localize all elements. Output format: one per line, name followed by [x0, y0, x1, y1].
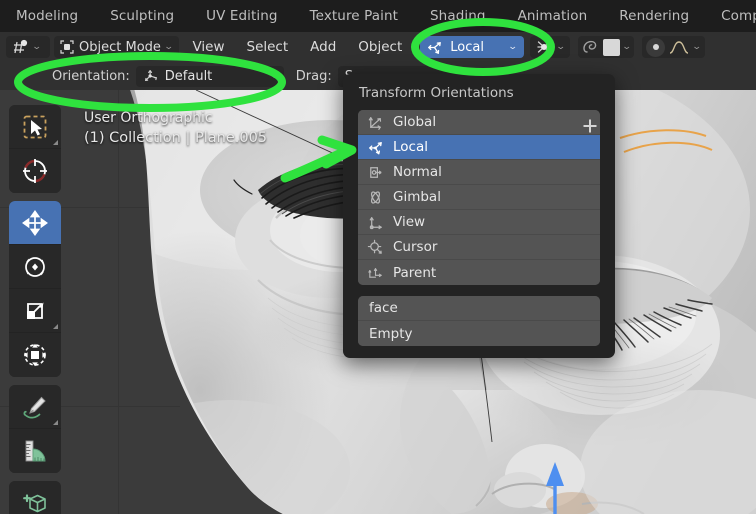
menu-view[interactable]: View	[183, 32, 233, 62]
proportional-editing-group: ⌄	[577, 36, 635, 58]
tab-rendering[interactable]: Rendering	[603, 0, 705, 32]
panel-title: Transform Orientations	[359, 85, 514, 101]
chevron-down-icon: ⌄	[507, 42, 518, 52]
object-mode-icon	[59, 39, 75, 55]
object-mode-selector[interactable]: Object Mode ⌄	[54, 36, 180, 58]
cursor-orientation-icon	[367, 239, 384, 256]
chevron-down-icon: ⌄	[269, 71, 280, 81]
editor-type-icon	[11, 38, 29, 56]
tab-sculpting[interactable]: Sculpting	[94, 0, 190, 32]
tool-submenu-indicator	[53, 324, 58, 329]
orientation-item-label: Local	[393, 139, 428, 155]
orientation-item-gimbal[interactable]: Gimbal	[358, 185, 600, 210]
orientation-axis-icon	[143, 68, 159, 84]
tool-annotate[interactable]	[9, 385, 61, 429]
orientation-list: Global Local Normal Gimbal View Cursor P…	[358, 110, 600, 285]
transform-orientation-selector[interactable]: Local ⌄	[420, 36, 525, 58]
chevron-down-icon[interactable]: ⌄	[621, 42, 631, 52]
normal-orientation-icon	[367, 164, 384, 181]
orientation-item-parent[interactable]: Parent	[358, 260, 600, 285]
chevron-down-icon: ⌄	[555, 42, 567, 52]
global-orientation-icon	[367, 114, 384, 131]
orientation-item-normal[interactable]: Normal	[358, 160, 600, 185]
editor-type-button[interactable]: ⌄	[6, 36, 50, 58]
custom-orientation-item-empty[interactable]: Empty	[358, 321, 600, 346]
transform-orientation-label: Local	[450, 39, 484, 55]
toolbar-group-select	[9, 105, 61, 193]
orientation-item-label: Normal	[393, 164, 442, 180]
orientation-item-label: Parent	[393, 264, 437, 281]
drag-label: Drag:	[295, 68, 332, 84]
orientation-item-cursor[interactable]: Cursor	[358, 235, 600, 260]
snapping-button[interactable]: ⌄	[530, 36, 570, 58]
orientation-item-label: Cursor	[393, 239, 438, 255]
viewport-header: ⌄ Object Mode ⌄ View Select Add Object L…	[0, 32, 756, 62]
menu-select[interactable]: Select	[238, 32, 298, 62]
toolbar-group-annotate	[9, 385, 61, 473]
tool-rotate[interactable]	[9, 245, 61, 289]
orientation-item-label: Gimbal	[393, 189, 441, 205]
chevron-down-icon: ⌄	[31, 42, 42, 52]
tool-scale[interactable]	[9, 289, 61, 333]
orientation-value: Default	[164, 68, 213, 84]
menu-object[interactable]: Object	[349, 32, 411, 62]
viewport-toolbar	[9, 105, 61, 514]
menu-add[interactable]: Add	[301, 32, 345, 62]
tab-compositing[interactable]: Compositing	[705, 0, 756, 32]
toolbar-group-add	[9, 481, 61, 514]
tab-animation[interactable]: Animation	[502, 0, 604, 32]
tool-transform[interactable]	[9, 333, 61, 377]
falloff-group: ⌄	[642, 36, 705, 58]
chevron-down-icon: ⌄	[163, 42, 174, 52]
tool-move[interactable]	[9, 201, 61, 245]
tool-cursor[interactable]	[9, 149, 61, 193]
snap-magnet-icon	[535, 38, 553, 56]
orientation-item-label: View	[393, 214, 426, 230]
toolbar-group-transform	[9, 201, 61, 377]
transform-orientations-panel: Transform Orientations Global Local Norm…	[343, 74, 615, 358]
orientation-dropdown[interactable]: Default ⌄	[135, 65, 284, 87]
view-orientation-icon	[367, 214, 384, 231]
tool-measure[interactable]	[9, 429, 61, 473]
orientation-item-local[interactable]: Local	[358, 135, 600, 160]
center-dot-icon	[652, 44, 659, 50]
object-mode-label: Object Mode	[79, 39, 161, 55]
tool-submenu-indicator	[53, 140, 58, 145]
tab-texture-paint[interactable]: Texture Paint	[294, 0, 414, 32]
tab-shading[interactable]: Shading	[414, 0, 502, 32]
proportional-falloff-swatch[interactable]	[602, 38, 620, 56]
custom-orientation-list: face Empty	[358, 296, 600, 346]
falloff-curve-icon[interactable]	[668, 38, 690, 56]
topbar: Modeling Sculpting UV Editing Texture Pa…	[0, 0, 756, 32]
tool-submenu-indicator	[53, 420, 58, 425]
local-orientation-icon	[426, 39, 443, 56]
blender-window: Modeling Sculpting UV Editing Texture Pa…	[0, 0, 756, 514]
local-orientation-icon	[367, 139, 384, 156]
gimbal-orientation-icon	[367, 189, 384, 206]
add-orientation-button[interactable]	[577, 114, 603, 138]
parent-orientation-icon	[367, 264, 384, 281]
tool-add-cube[interactable]	[9, 481, 61, 514]
orientation-item-view[interactable]: View	[358, 210, 600, 235]
proportional-editing-icon[interactable]	[646, 37, 666, 57]
orientation-item-label: Global	[393, 114, 437, 130]
chevron-down-icon[interactable]: ⌄	[692, 42, 702, 52]
orientation-label: Orientation:	[52, 68, 130, 84]
tab-modeling[interactable]: Modeling	[0, 0, 94, 32]
custom-orientation-item-face[interactable]: face	[358, 296, 600, 321]
tab-uv-editing[interactable]: UV Editing	[190, 0, 293, 32]
orientation-item-global[interactable]: Global	[358, 110, 600, 135]
tool-select-box[interactable]	[9, 105, 61, 149]
proportional-editing-toggle-icon[interactable]	[582, 38, 600, 56]
